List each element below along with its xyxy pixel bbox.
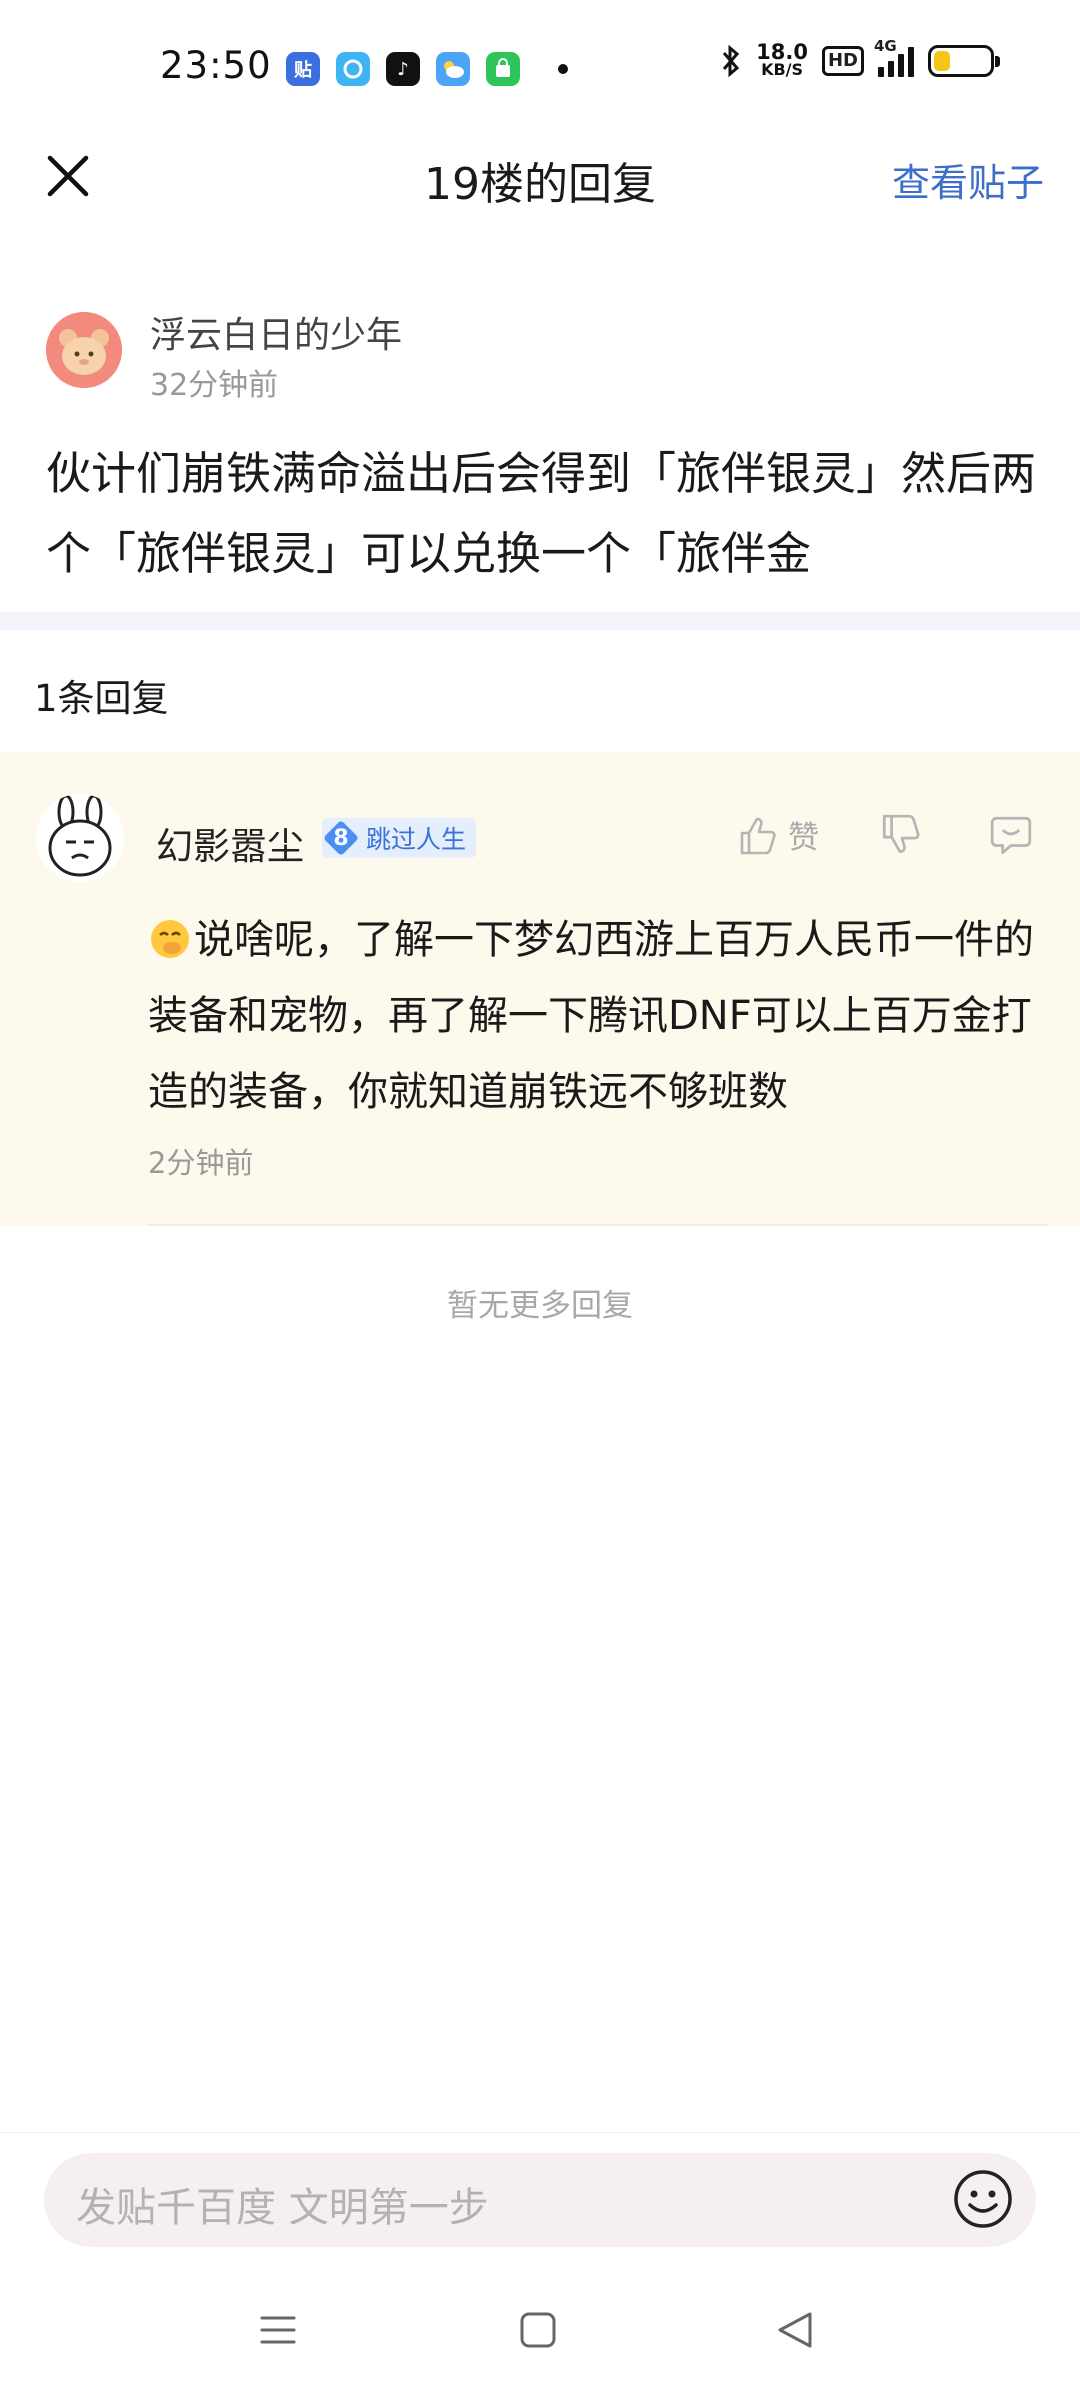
douyin-app-icon: ♪ [386,52,420,86]
tieba-app-icon: 贴 [286,52,320,86]
reply-divider [148,1224,1048,1226]
reply-content: 说啥呢，了解一下梦幻西游上百万人民币一件的装备和宠物，再了解一下腾讯DNF可以上… [148,902,1048,1130]
level-number: 8 [322,818,360,858]
more-notifications-dot [558,64,568,74]
top-bar: 19楼的回复 查看贴子 [0,140,1080,216]
notification-icons: 贴 ♪ [286,52,568,86]
reply-input-placeholder: 发贴千百度 文明第一步 [76,2185,489,2231]
emoji-icon[interactable] [952,2168,1014,2230]
reply-text: 说啥呢，了解一下梦幻西游上百万人民币一件的装备和宠物，再了解一下腾讯DNF可以上… [148,917,1034,1115]
browser-app-icon [336,52,370,86]
bluetooth-icon [723,44,740,78]
system-navigation-bar [0,2266,1080,2400]
reply-item: 幻影嚣尘 8 跳过人生 赞 说啥呢，了解一下梦幻西游上百万人民币一件的装备和宠物… [0,752,1080,1226]
level-title: 跳过人生 [366,825,467,854]
hd-voice-badge: HD [821,46,864,76]
post-time: 32分钟前 [150,368,279,403]
no-more-replies: 暂无更多回复 [447,1288,633,1324]
network-speed-unit: KB/S [761,60,804,79]
thumbs-up-icon [740,817,776,854]
system-indicators: 18.0 KB/S HD 4G [720,37,1000,79]
network-type: 4G [874,37,897,55]
comment-icon[interactable] [988,812,1034,858]
weather-app-icon [436,52,470,86]
reply-composer: 发贴千百度 文明第一步 [0,2132,1080,2266]
status-bar: 23:50 贴 ♪ 18.0 KB/S HD 4G [0,0,1080,140]
like-label: 赞 [788,820,819,856]
laughing-emoji-icon [151,920,189,958]
back-icon[interactable] [774,2308,816,2352]
battery-icon [928,45,1000,77]
network-speed: 18.0 KB/S [756,40,808,79]
thumbs-down-icon[interactable] [878,812,924,858]
status-time: 23:50 [160,44,272,87]
level-badge: 8 跳过人生 [322,818,477,858]
like-button[interactable]: 赞 [736,812,819,857]
battery-level [934,51,951,71]
section-divider [0,612,1080,630]
avatar[interactable] [36,794,124,882]
reply-author-name[interactable]: 幻影嚣尘 [156,816,304,870]
avatar[interactable] [46,312,122,388]
reply-count: 1条回复 [34,677,169,720]
signal-icon: 4G [874,37,914,77]
post-author-name[interactable]: 浮云白日的少年 [150,306,402,358]
recent-apps-icon[interactable] [258,2310,298,2350]
post-content: 伙计们崩铁满命溢出后会得到「旅伴银灵」然后两个「旅伴银灵」可以兑换一个「旅伴金 [46,447,1037,580]
view-post-link[interactable]: 查看贴子 [892,152,1044,207]
network-speed-value: 18.0 [756,40,808,64]
home-icon[interactable] [518,2310,558,2350]
reply-time: 2分钟前 [148,1146,254,1180]
reply-input[interactable]: 发贴千百度 文明第一步 [44,2153,1036,2247]
shop-app-icon [486,52,520,86]
